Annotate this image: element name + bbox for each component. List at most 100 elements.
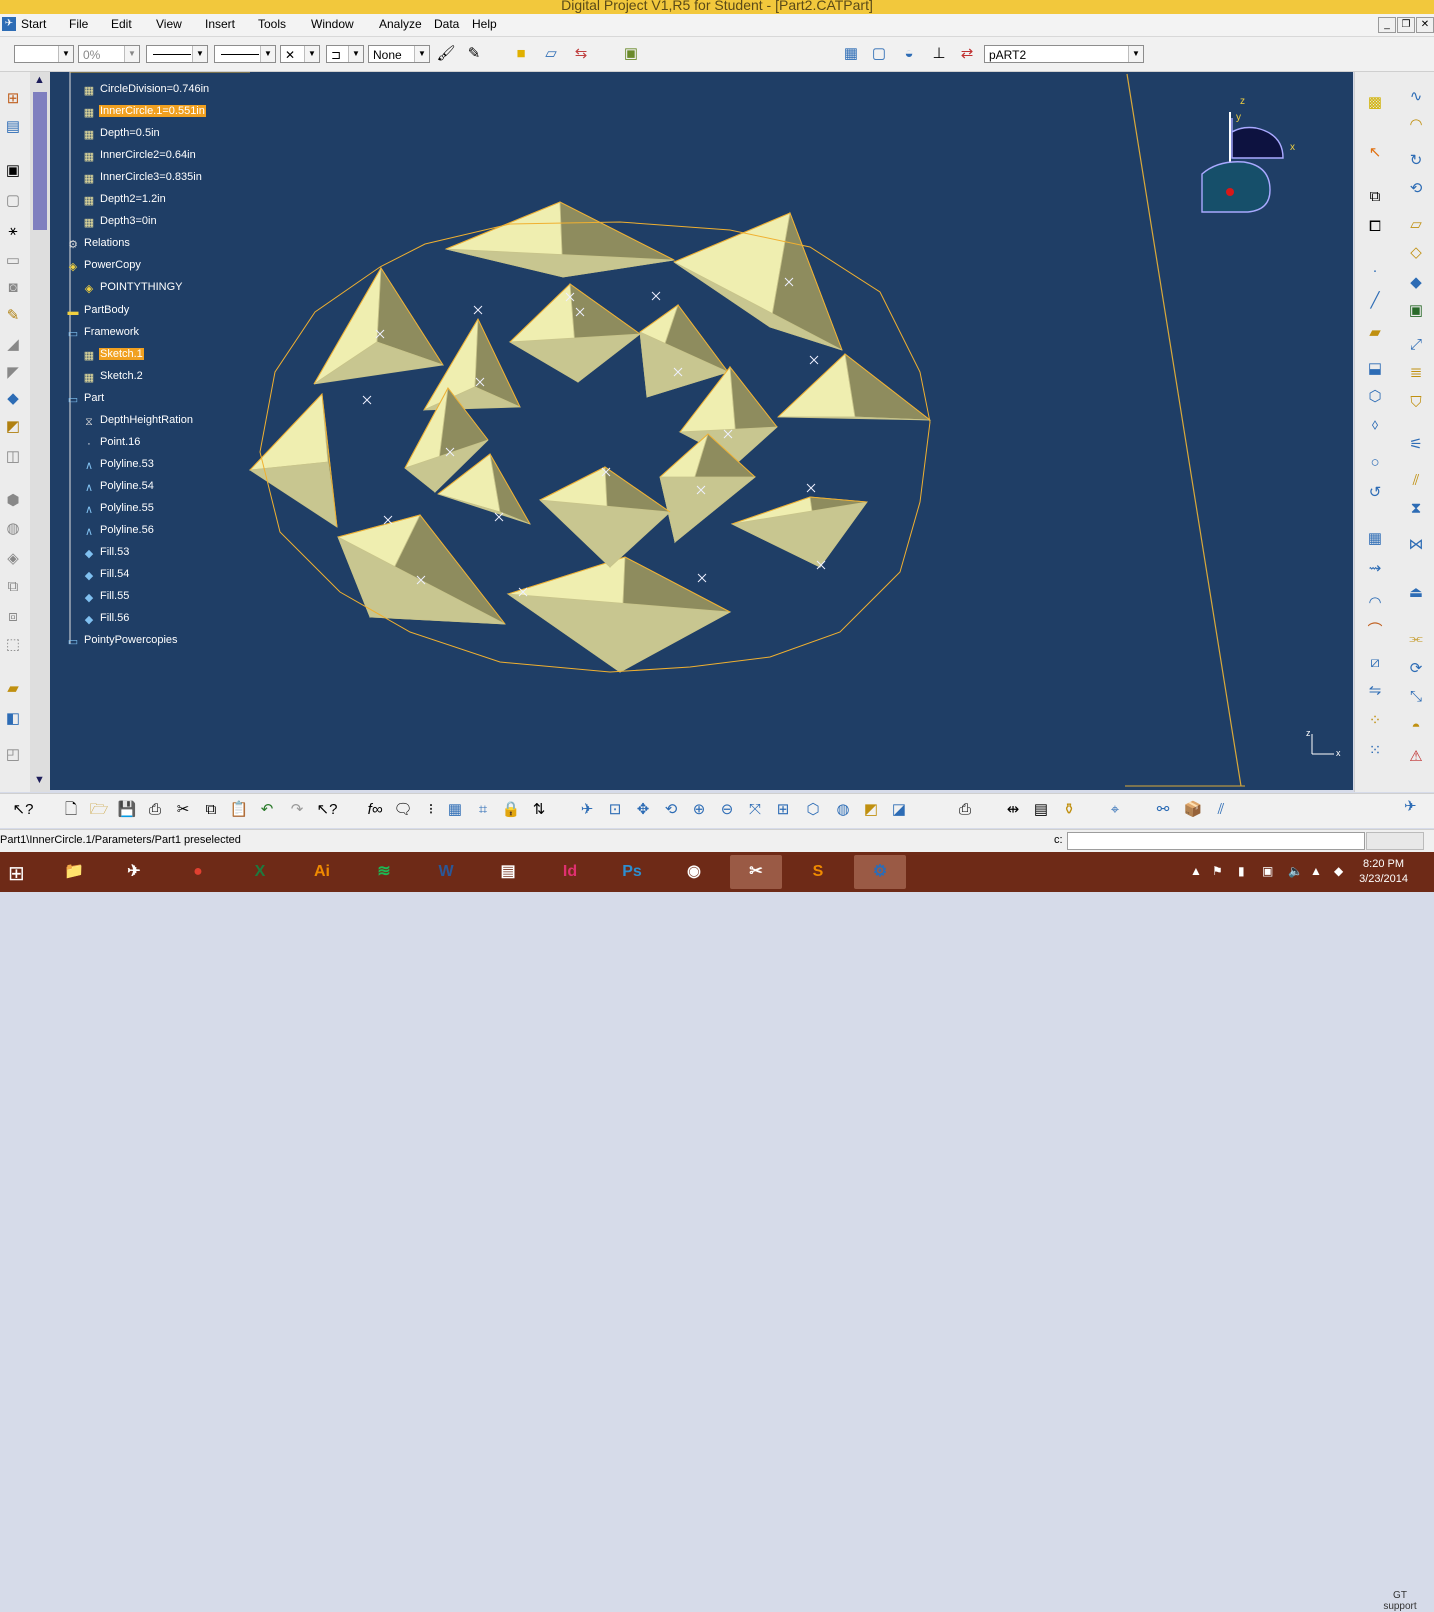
tree-item[interactable]: ∧ Polyline.55 (82, 502, 155, 520)
tree-item[interactable]: ▦ Depth3=0in (82, 215, 158, 233)
sketch-profile-icon[interactable]: ▤ (2, 116, 24, 138)
yellow-box-icon[interactable]: ▩ (1364, 92, 1386, 114)
pyramid-face[interactable] (538, 499, 671, 568)
mirror-icon[interactable]: ⧉ (2, 576, 24, 598)
paste-tool-icon[interactable]: 📋 (228, 799, 250, 821)
close-button[interactable]: ✕ (1416, 17, 1434, 33)
print-layout-icon[interactable]: ⎙ (954, 799, 976, 821)
copy-icon[interactable]: ⧉ (1364, 186, 1386, 208)
loft-icon[interactable]: ◤ (2, 362, 24, 384)
iso-view-icon[interactable]: ⬡ (802, 799, 824, 821)
corner-icon[interactable]: ↺ (1364, 482, 1386, 504)
tree-item[interactable]: ◆ Fill.55 (82, 590, 130, 608)
bend-icon[interactable]: ⌒ (1364, 620, 1386, 642)
point-marker-icon[interactable] (383, 515, 393, 525)
pocket-icon[interactable]: ▢ (2, 190, 24, 212)
translate-icon[interactable]: ⧄ (1364, 652, 1386, 674)
gt-support-icon[interactable]: ✈ (1404, 797, 1417, 815)
tree-item[interactable]: · Point.16 (82, 436, 141, 454)
help-icon[interactable]: ↖? (316, 799, 338, 821)
point-symbol-combo[interactable]: ✕ ▼ (280, 45, 320, 63)
measure-icon[interactable]: ◧ (2, 708, 24, 730)
annotation-icon[interactable]: ◰ (2, 744, 24, 766)
color-combo[interactable]: ▼ (14, 45, 74, 63)
command-input[interactable] (1067, 832, 1365, 850)
menu-data[interactable]: Data (434, 17, 459, 31)
scale-tool-icon[interactable]: ⤡ (1405, 686, 1427, 708)
multi-view-icon[interactable]: ⊞ (772, 799, 794, 821)
pattern-icon[interactable]: ⧈ (2, 606, 24, 628)
menu-help[interactable]: Help (472, 17, 497, 31)
sort-icon[interactable]: ⇅ (528, 799, 550, 821)
symmetry-icon[interactable]: ⇋ (1364, 680, 1386, 702)
gimp-icon[interactable]: ◉ (668, 855, 720, 889)
zoom-in-icon[interactable]: ⊕ (688, 799, 710, 821)
project-icon-tool[interactable]: ⬓ (1364, 358, 1386, 380)
solid-icon[interactable]: ◆ (2, 388, 24, 410)
surface-icon[interactable]: ▰ (2, 678, 24, 700)
chart-tool-icon[interactable]: ⫽ (1210, 799, 1232, 821)
point-marker-icon[interactable] (362, 395, 372, 405)
tree-item[interactable]: ∧ Polyline.56 (82, 524, 155, 542)
draft-icon[interactable]: ◫ (2, 446, 24, 468)
extract-icon[interactable]: ⫘ (1405, 628, 1427, 650)
windows-start-icon[interactable]: ⊞ (8, 861, 25, 886)
hole-icon[interactable]: ⚹ (2, 220, 24, 242)
pad-icon[interactable]: ▣ (2, 160, 24, 182)
flag-icon[interactable]: ⚑ (1212, 864, 1223, 878)
scroll-up-arrow-icon[interactable]: ▲ (34, 74, 45, 86)
shading-icon[interactable]: ◍ (832, 799, 854, 821)
menu-analyze[interactable]: Analyze (379, 17, 422, 31)
redo-icon[interactable]: ↷ (286, 799, 308, 821)
point-marker-icon[interactable] (809, 355, 819, 365)
normal-view-icon[interactable]: ⤧ (744, 799, 766, 821)
inertia-icon[interactable]: ▤ (1030, 799, 1052, 821)
pan-icon[interactable]: ✥ (632, 799, 654, 821)
chamfer-icon[interactable]: ◈ (2, 548, 24, 570)
tree-item[interactable]: ▦ Sketch.2 (82, 370, 144, 388)
tree-item[interactable]: ▭ PointyPowercopies (66, 634, 179, 652)
app-logo-icon[interactable]: ✈ (2, 17, 16, 31)
tree-item[interactable]: ◈ POINTYTHINGY (82, 281, 184, 299)
compass-widget[interactable]: z y x (1201, 96, 1295, 213)
drive-icon[interactable]: ▲ (1310, 864, 1322, 878)
zoom-out-icon[interactable]: ⊖ (716, 799, 738, 821)
tree-item[interactable]: ⧖ DepthHeightRation (82, 414, 194, 432)
transparency-combo[interactable]: 0% ▼ (78, 45, 140, 63)
tree-item[interactable]: ▦ InnerCircle3=0.835in (82, 171, 203, 189)
scroll-thumb[interactable] (33, 92, 47, 230)
layers-icon[interactable]: ≣ (1405, 362, 1427, 384)
illustrator-icon[interactable]: Ai (296, 855, 348, 889)
tree-scrollbar[interactable]: ▲ ▼ (30, 72, 50, 792)
healing-icon[interactable]: ⇝ (1364, 558, 1386, 580)
spline-icon[interactable]: ∿ (1405, 86, 1427, 108)
tree-item[interactable]: ∧ Polyline.53 (82, 458, 155, 476)
tray-up-arrow-icon[interactable]: ▲ (1190, 864, 1202, 878)
groove-icon[interactable]: ▭ (2, 250, 24, 272)
bottle-icon[interactable]: ⚱ (1058, 799, 1080, 821)
restore-button[interactable]: ❐ (1397, 17, 1415, 33)
split-icon[interactable]: ⚟ (1405, 434, 1427, 456)
cut-icon[interactable]: ✂ (172, 799, 194, 821)
line-type-combo[interactable]: ▼ (214, 45, 276, 63)
catia-icon[interactable]: ✈ (108, 855, 160, 889)
dropbox-icon[interactable]: ◆ (1334, 864, 1343, 878)
point-marker-icon[interactable] (697, 573, 707, 583)
fly-icon[interactable]: ✈ (576, 799, 598, 821)
tree-item[interactable]: ▦ InnerCircle2=0.64in (82, 149, 197, 167)
minimize-button[interactable]: _ (1378, 17, 1396, 33)
3d-model-view[interactable]: z y x z x (50, 72, 1353, 790)
yellow-set-icon[interactable]: ■ (510, 43, 532, 65)
battery-icon[interactable]: ▮ (1238, 864, 1245, 878)
catalog-browser-icon[interactable]: 📦 (1182, 799, 1204, 821)
extrude-icon[interactable]: ⤢ (1405, 334, 1427, 356)
lock-icon[interactable]: 🔒 (500, 799, 522, 821)
spiral-icon[interactable]: ⟲ (1405, 178, 1427, 200)
fill-tool-icon[interactable]: ▦ (1364, 528, 1386, 550)
point-marker-icon[interactable] (473, 305, 483, 315)
trim-icon[interactable]: ⫽ (1405, 470, 1427, 492)
line-thickness-combo[interactable]: ▼ (146, 45, 208, 63)
part-selector-combo[interactable]: pART2 ▼ (984, 45, 1144, 63)
system-clock[interactable]: 8:20 PM 3/23/2014 (1359, 857, 1408, 887)
tree-item[interactable]: ▦ InnerCircle.1=0.551in (82, 105, 206, 123)
